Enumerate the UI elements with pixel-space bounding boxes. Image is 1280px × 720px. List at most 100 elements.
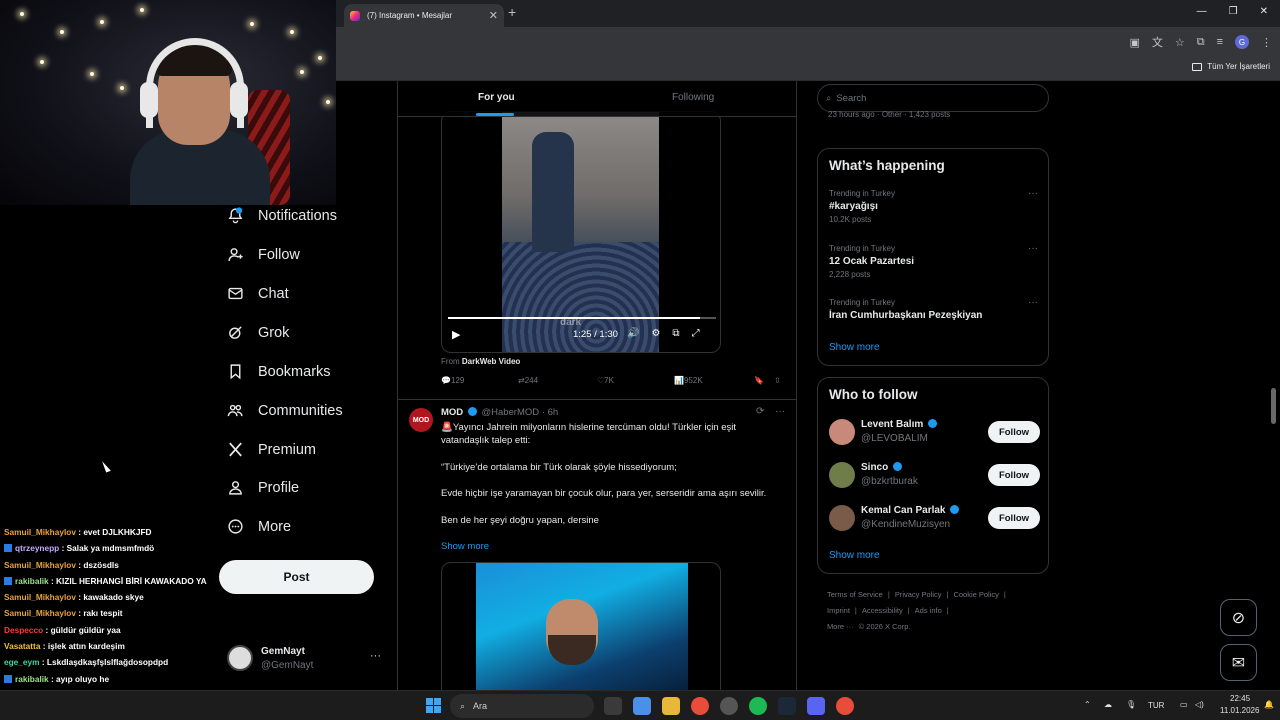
tab-following[interactable]: Following <box>672 92 714 103</box>
more-icon[interactable]: ··· <box>370 650 381 662</box>
share-icon[interactable]: ⇧ <box>774 376 781 385</box>
profile-avatar[interactable]: G <box>1235 35 1249 49</box>
footer-link[interactable]: Imprint <box>827 606 850 615</box>
search-input[interactable]: ⌕ Search <box>817 84 1049 112</box>
chrome-icon[interactable] <box>691 697 709 715</box>
more-icon[interactable]: ··· <box>1028 297 1038 308</box>
play-icon[interactable]: ▶ <box>452 328 460 341</box>
footer-link[interactable]: Privacy Policy <box>895 590 942 599</box>
account-switcher[interactable]: GemNayt @GemNayt ··· <box>227 642 387 676</box>
fullscreen-icon[interactable]: ⤢ <box>692 328 700 339</box>
trend-item[interactable]: Trending in Turkey İran Cumhurbaşkanı Pe… <box>829 297 1039 321</box>
follow-suggestion[interactable]: Kemal Can Parlak @KendineMuzisyen Follow <box>829 505 1041 535</box>
more-icon[interactable]: ··· <box>1028 188 1038 199</box>
nav-communities[interactable]: Communities <box>227 402 343 419</box>
nav-profile[interactable]: Profile <box>227 479 299 496</box>
like-button[interactable]: ♡ 7K <box>597 376 614 385</box>
network-icon[interactable]: ▭ <box>1180 700 1188 709</box>
new-tab-button[interactable]: + <box>508 4 516 20</box>
footer-link[interactable]: Terms of Service <box>827 590 883 599</box>
avatar[interactable]: MOD <box>409 408 433 432</box>
author-name[interactable]: MOD <box>441 407 463 418</box>
chevron-up-icon[interactable]: ⌃ <box>1084 700 1091 709</box>
spotify-icon[interactable] <box>749 697 767 715</box>
footer-link[interactable]: More ··· <box>827 622 854 631</box>
show-more-link[interactable]: Show more <box>829 342 880 353</box>
trend-item[interactable]: Trending in Turkey 12 Ocak Pazartesi 2,2… <box>829 243 1039 279</box>
mic-icon[interactable]: 🎙 <box>1126 700 1136 709</box>
bookmark-icon[interactable]: 🔖 <box>754 376 764 385</box>
media-icon[interactable]: ≡ <box>1217 36 1223 48</box>
footer-link[interactable]: © 2026 X Corp. <box>859 622 911 631</box>
footer-link[interactable]: Ads info <box>915 606 942 615</box>
trend-item[interactable]: Trending in Turkey #karyağışı 10.2K post… <box>829 188 1039 224</box>
maximize-button[interactable]: ❐ <box>1229 6 1238 17</box>
chat-username[interactable]: Samuil_Mikhaylov <box>4 608 76 618</box>
menu-icon[interactable]: ⋮ <box>1261 36 1272 49</box>
nav-premium[interactable]: Premium <box>227 441 316 458</box>
show-more-link[interactable]: Show more <box>829 550 880 561</box>
grok-icon[interactable]: ⟳ <box>756 406 764 417</box>
clock-time[interactable]: 22:45 <box>1230 694 1250 703</box>
nav-follow[interactable]: Follow <box>227 246 300 263</box>
scrollbar[interactable] <box>1271 388 1276 424</box>
volume-icon[interactable]: ◁) <box>1195 700 1204 709</box>
chat-username[interactable]: Vasatatta <box>4 641 40 651</box>
settings-icon[interactable]: ⚙ <box>651 328 660 339</box>
language-indicator[interactable]: TUR <box>1148 701 1164 710</box>
app-icon[interactable] <box>720 697 738 715</box>
chat-username[interactable]: rakibalik <box>15 576 49 586</box>
notification-icon[interactable]: 🔔 <box>1264 700 1274 709</box>
tab-close-icon[interactable]: ✕ <box>489 9 498 22</box>
grok-float-button[interactable]: ⊘ <box>1220 599 1257 636</box>
chat-username[interactable]: rakibalik <box>15 674 49 684</box>
tweet-media[interactable] <box>441 562 721 691</box>
close-window-button[interactable]: ✕ <box>1260 6 1268 17</box>
file-explorer-icon[interactable] <box>662 697 680 715</box>
nav-chat[interactable]: Chat <box>227 285 289 302</box>
steam-icon[interactable] <box>778 697 796 715</box>
footer-link[interactable]: Accessibility <box>862 606 903 615</box>
chat-username[interactable]: Samuil_Mikhaylov <box>4 592 76 602</box>
nav-grok[interactable]: Grok <box>227 324 289 341</box>
star-icon[interactable]: ☆ <box>1175 36 1185 49</box>
nav-bookmarks[interactable]: Bookmarks <box>227 363 331 380</box>
onedrive-icon[interactable]: ☁ <box>1104 700 1112 709</box>
translate-icon[interactable]: 文 <box>1152 34 1163 50</box>
taskbar-search[interactable]: ⌕ Ara <box>450 694 594 718</box>
minimize-button[interactable]: — <box>1197 6 1207 17</box>
follow-suggestion[interactable]: Sinco @bzkrtburak Follow <box>829 462 1041 492</box>
screenshot-icon[interactable]: ▣ <box>1129 36 1139 49</box>
all-bookmarks[interactable]: Tüm Yer İşaretleri <box>1192 62 1270 71</box>
chat-username[interactable]: qtrzeynepp <box>15 543 59 553</box>
chat-username[interactable]: Samuil_Mikhaylov <box>4 560 76 570</box>
extensions-icon[interactable]: ⧉ <box>1197 36 1205 49</box>
show-more-link[interactable]: Show more <box>441 541 489 552</box>
chat-username[interactable]: Despecco <box>4 625 43 635</box>
follow-button[interactable]: Follow <box>988 507 1040 529</box>
chrome-icon[interactable] <box>836 697 854 715</box>
nav-more[interactable]: More <box>227 518 291 535</box>
store-icon[interactable] <box>633 697 651 715</box>
windows-start-icon[interactable] <box>426 698 441 713</box>
volume-icon[interactable]: 🔊 <box>627 328 639 339</box>
browser-tab-instagram[interactable]: (7) Instagram • Mesajlar ✕ <box>344 4 504 27</box>
video-source-link[interactable]: DarkWeb Video <box>462 357 520 366</box>
follow-suggestion[interactable]: Levent Balım @LEVOBALIM Follow <box>829 419 1041 449</box>
chat-username[interactable]: ege_eym <box>4 657 40 667</box>
discord-icon[interactable] <box>807 697 825 715</box>
video-progress-bar[interactable] <box>448 317 716 319</box>
pip-icon[interactable]: ⧉ <box>672 328 679 339</box>
reply-button[interactable]: 💬 129 <box>441 376 464 385</box>
task-view-icon[interactable] <box>604 697 622 715</box>
repost-button[interactable]: ⇄ 244 <box>518 376 538 385</box>
follow-button[interactable]: Follow <box>988 421 1040 443</box>
nav-notifications[interactable]: Notifications <box>227 207 337 224</box>
more-icon[interactable]: ··· <box>1028 243 1038 254</box>
follow-button[interactable]: Follow <box>988 464 1040 486</box>
tab-for-you[interactable]: For you <box>478 92 515 103</box>
views-button[interactable]: 📊 952K <box>674 376 703 385</box>
post-button[interactable]: Post <box>219 560 374 594</box>
chat-username[interactable]: Samuil_Mikhaylov <box>4 527 76 537</box>
footer-link[interactable]: Cookie Policy <box>953 590 998 599</box>
